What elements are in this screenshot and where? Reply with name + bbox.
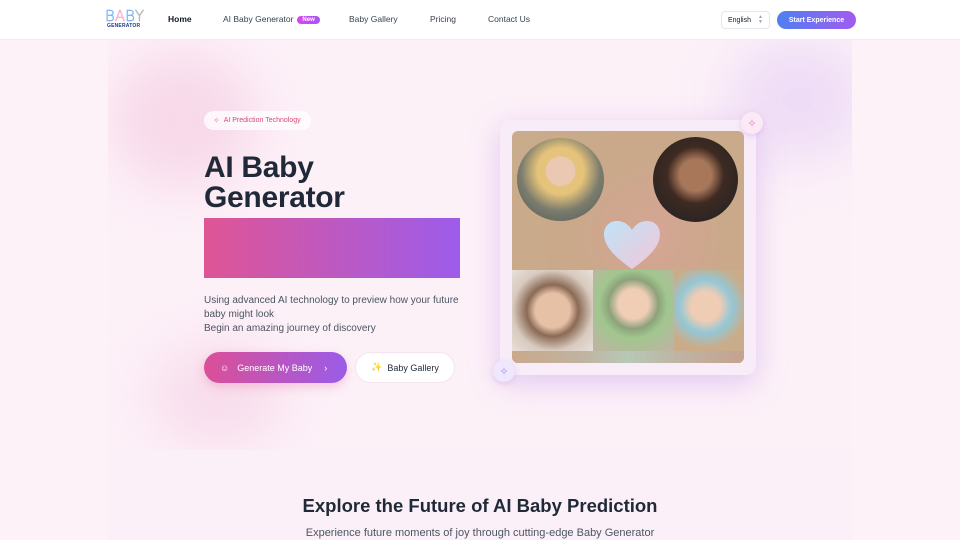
- explore-section-subtitle: Experience future moments of joy through…: [305, 527, 655, 539]
- logo[interactable]: BABY GENERATOR: [105, 7, 145, 31]
- language-value: English: [728, 16, 751, 24]
- nav-link-ai-baby-generator[interactable]: AI Baby Generator New: [223, 14, 320, 24]
- explore-section: Explore the Future of AI Baby Prediction…: [108, 450, 852, 540]
- logo-wordmark: BABY: [105, 7, 145, 25]
- sparkles-icon: ✧: [741, 112, 763, 134]
- baby-photos-row: [512, 270, 744, 351]
- badge-label: AI Prediction Technology: [223, 117, 301, 124]
- father-portrait: [653, 137, 738, 222]
- collage-footer-strip: [512, 351, 744, 363]
- generate-button-label: Generate My Baby: [237, 362, 313, 373]
- hero-description: Using advanced AI technology to preview …: [204, 294, 464, 336]
- baby-photo: [512, 270, 593, 351]
- logo-subtitle: GENERATOR: [107, 23, 141, 29]
- chevron-right-icon: ›: [324, 362, 328, 373]
- nav-link-label: AI Baby Generator: [223, 14, 294, 24]
- hero-image-card: [500, 120, 756, 375]
- nav-link-baby-gallery[interactable]: Baby Gallery: [349, 14, 398, 24]
- updown-chevron-icon: ▲ ▼: [758, 14, 763, 25]
- explore-section-title: Explore the Future of AI Baby Prediction: [302, 495, 658, 516]
- hero-title-line1: AI Baby: [204, 151, 314, 184]
- hero-description-line2: Begin an amazing journey of discovery: [204, 323, 376, 334]
- baby-prediction-collage: [512, 131, 744, 363]
- start-experience-button[interactable]: Start Experience: [777, 11, 856, 29]
- hero-section: ✧ AI Prediction Technology AI Baby Gener…: [108, 40, 852, 450]
- ai-prediction-badge: ✧ AI Prediction Technology: [204, 111, 311, 130]
- mother-portrait: [517, 138, 604, 221]
- new-badge: New: [297, 16, 320, 24]
- hero-title-line2: Generator: [204, 181, 345, 214]
- gradient-highlight-bar: [204, 218, 460, 278]
- generate-my-baby-button[interactable]: ☺ Generate My Baby ›: [204, 352, 347, 383]
- sparkles-icon: ✨: [371, 362, 383, 372]
- baby-photo: [593, 270, 674, 351]
- baby-face-icon: ☺: [220, 362, 230, 373]
- hero-title: AI Baby Generator: [204, 153, 345, 213]
- hero-description-line1: Using advanced AI technology to preview …: [204, 295, 459, 320]
- language-select[interactable]: English ▲ ▼: [721, 11, 770, 29]
- baby-photo: [674, 270, 744, 351]
- nav-link-home[interactable]: Home: [168, 14, 192, 24]
- heart-icon: [604, 221, 660, 269]
- gallery-button-label: Baby Gallery: [387, 362, 439, 373]
- top-navigation: BABY GENERATOR Home AI Baby Generator New…: [0, 0, 960, 40]
- nav-link-contact-us[interactable]: Contact Us: [488, 14, 530, 24]
- baby-gallery-button[interactable]: ✨ Baby Gallery: [355, 352, 455, 383]
- sparkles-icon: ✧: [493, 360, 515, 382]
- sparkles-icon: ✧: [213, 116, 220, 125]
- nav-link-pricing[interactable]: Pricing: [430, 14, 456, 24]
